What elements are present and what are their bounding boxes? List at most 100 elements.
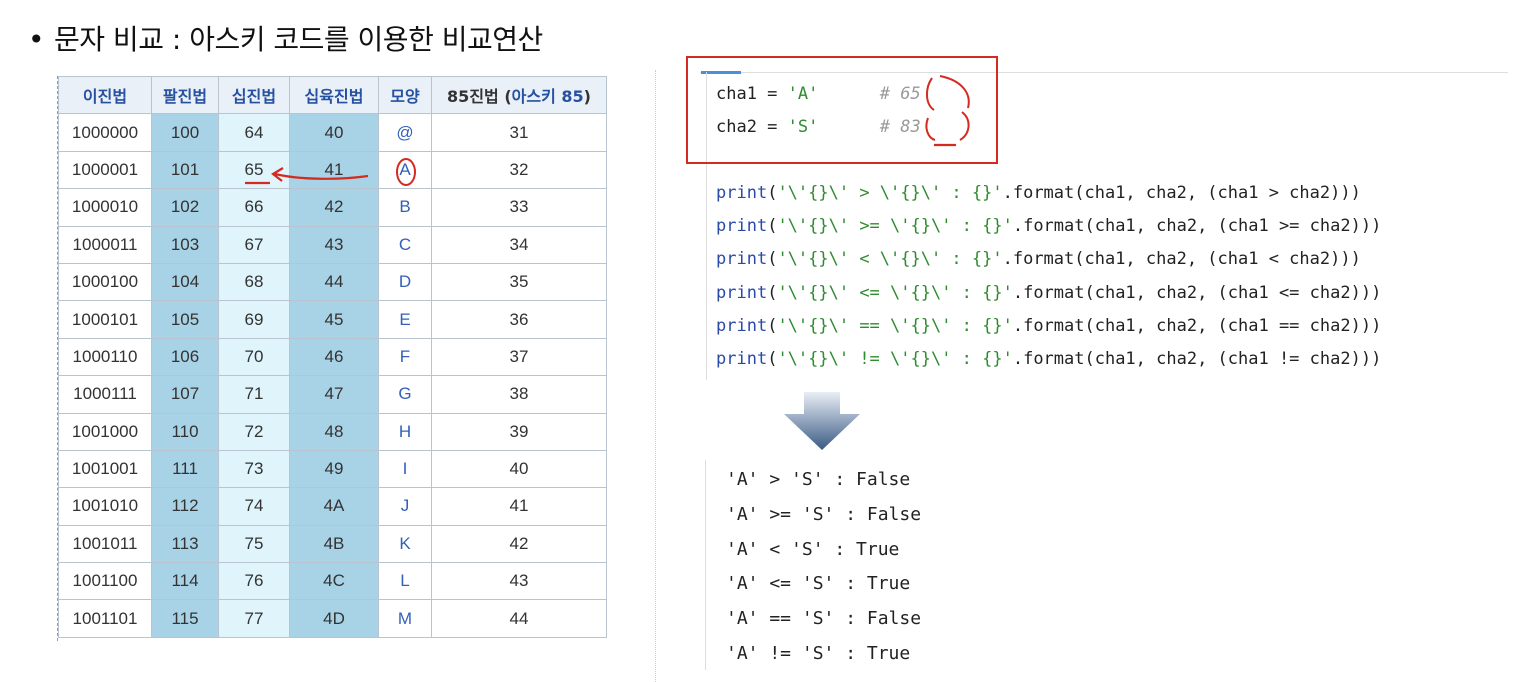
slide-title-text: 문자 비교 : 아스키 코드를 이용한 비교연산 [54,23,543,56]
paren: ( [767,349,778,369]
cell-binary: 1000011 [58,225,152,264]
table-row: 1001010 112 74 4A J 41 [58,487,607,526]
down-arrow-icon [784,392,860,450]
cell-octal: 115 [151,599,219,638]
cell-octal: 100 [151,113,219,152]
cell-hex: 40 [289,113,379,152]
cell-binary: 1001101 [58,599,152,638]
paren: ( [767,249,778,270]
cell-hex: 41 [289,150,379,190]
output-line: 'A' != 'S' : True [726,643,911,664]
format-string: '\'{}\' == \'{}\' : {}' [777,315,1013,336]
code-line-cha2: cha2 = 'S' # 83 [716,117,921,137]
cell-glyph: M [378,599,432,638]
comment-83: 83 [900,117,921,137]
cell-hex: 48 [289,412,379,451]
cell-decimal: 75 [218,524,290,564]
table-row: 1000100 104 68 44 D 35 [58,262,607,302]
format-call: .format(cha1, cha2, (cha1 == cha2))) [1012,315,1382,336]
cell-hex: 4A [289,487,379,526]
cell-octal: 106 [151,337,219,377]
cell-glyph: K [378,524,432,564]
cell-decimal: 76 [218,562,290,601]
output-line: 'A' > 'S' : False [726,469,911,490]
cell-binary: 1001000 [58,412,152,451]
cell-hex: 4D [289,599,379,638]
cell-base85: 37 [431,337,607,377]
bullet: • [28,23,45,56]
format-string: '\'{}\' >= \'{}\' : {}' [777,216,1013,237]
cell-hex: 43 [289,225,379,264]
cell-glyph: B [378,188,432,227]
table-row: 1000000 100 64 40 @31 [58,113,607,152]
cell-decimal: 67 [218,225,290,264]
cell-decimal: 73 [218,449,290,489]
cell-glyph: A [378,150,432,190]
cell-binary: 1000100 [58,262,152,302]
paren: ( [767,183,778,203]
highlight-box [686,56,998,164]
table-row: 1000110 106 70 46 F 37 [58,337,607,377]
cell-binary: 1000111 [58,375,152,414]
header-hex: 십육진법 [289,75,379,115]
code-line-cha1: cha1 = 'A' # 65 [716,84,921,104]
cell-glyph: L [378,562,432,601]
cell-decimal: 64 [218,113,290,152]
cell-base85: 35 [431,262,607,302]
header-octal: 팔진법 [151,75,219,115]
table-row: 1001011 113 75 4B K 42 [58,524,607,564]
table-header-row: 이진법 팔진법 십진법 십육진법 모양 85진법 (아스키 85) [58,75,607,115]
format-string: '\'{}\' != \'{}\' : {}' [777,349,1013,369]
table-row: 1001101 115 77 4D M 44 [58,599,607,638]
ascii-table: 이진법 팔진법 십진법 십육진법 모양 85진법 (아스키 85) 100000… [58,75,607,638]
cell-base85: 43 [431,562,607,601]
cell-base85: 42 [431,524,607,564]
cell-base85: 41 [431,487,607,526]
table-body: 1000000 100 64 40 @31 1000001 101 65 41 A 32 100001… [58,113,607,638]
code-line-print: print('\'{}\' < \'{}\' : {}'.format(cha1… [716,249,1361,269]
format-call: .format(cha1, cha2, (cha1 < cha2))) [1002,249,1361,270]
cell-glyph: F [378,337,432,377]
cell-octal: 105 [151,300,219,339]
cell-decimal: 77 [218,599,290,638]
cell-octal: 112 [151,487,219,526]
cell-base85: 38 [431,375,607,414]
header-base85-link[interactable]: 아스키 85 [512,87,584,106]
cell-glyph: C [378,225,432,264]
str-S: 'S' [787,117,819,137]
slide-title: • 문자 비교 : 아스키 코드를 이용한 비교연산 [28,18,543,58]
cell-glyph: @ [378,113,432,152]
table-row: 1000001 101 65 41 A 32 [58,150,607,190]
cell-glyph: E [378,300,432,339]
cell-decimal: 66 [218,188,290,227]
format-call: .format(cha1, cha2, (cha1 != cha2))) [1012,349,1382,369]
cell-hex: 4C [289,562,379,601]
cell-glyph: J [378,487,432,526]
cell-binary: 1001001 [58,449,152,489]
cell-decimal: 69 [218,300,290,339]
cell-octal: 101 [151,150,219,190]
cell-decimal: 74 [218,487,290,526]
format-call: .format(cha1, cha2, (cha1 >= cha2))) [1012,216,1382,237]
table-row: 1000111 107 71 47 G 38 [58,375,607,414]
table-row: 1000011 103 67 43 C 34 [58,225,607,264]
cell-base85: 31 [431,113,607,152]
cell-hex: 44 [289,262,379,302]
cell-base85: 39 [431,412,607,451]
cell-hex: 42 [289,188,379,227]
format-string: '\'{}\' > \'{}\' : {}' [777,183,1003,203]
cell-hex: 46 [289,337,379,377]
output-line: 'A' < 'S' : True [726,538,900,560]
var-cha1: cha1 = [716,84,788,104]
cell-binary: 1000110 [58,337,152,377]
table-row: 1000010 102 66 42 B 33 [58,188,607,227]
cell-binary: 1000010 [58,188,152,227]
header-glyph: 모양 [378,75,432,115]
print-keyword: print [716,315,768,336]
print-keyword: print [716,183,768,203]
cell-binary: 1001011 [58,524,152,564]
cell-decimal: 70 [218,337,290,377]
header-base85-suffix: ) [583,87,591,107]
cell-glyph: I [378,449,432,489]
cell-binary: 1001100 [58,562,152,601]
